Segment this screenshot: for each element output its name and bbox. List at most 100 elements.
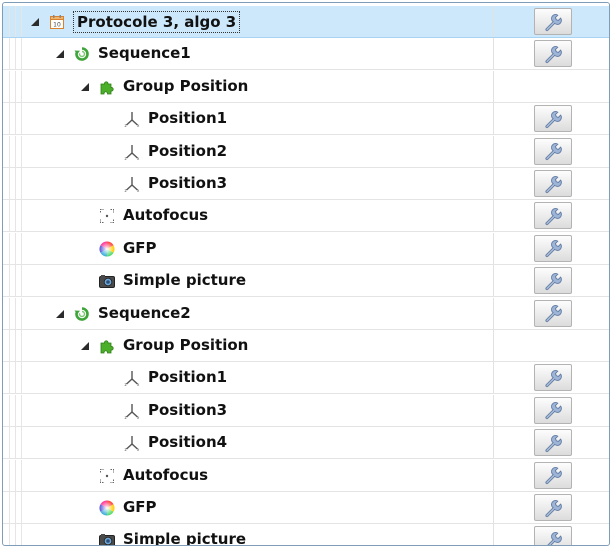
svg-text:z: z: [125, 447, 127, 451]
xyz-axis-icon: zx: [124, 176, 140, 193]
expand-collapse-icon[interactable]: [56, 50, 64, 59]
tree-guide-line: [15, 297, 16, 329]
tree-guide-line: [15, 427, 16, 459]
tree-row[interactable]: z x Position4: [3, 427, 609, 460]
tree-guide-line: [15, 168, 16, 199]
tree-guide-line: [15, 200, 16, 232]
tree-guide-line: [9, 362, 10, 394]
configure-button[interactable]: [534, 429, 572, 457]
tree-row[interactable]: z x Position1: [3, 362, 609, 395]
tree-row[interactable]: z x Position1: [3, 103, 609, 136]
configure-button[interactable]: [534, 364, 572, 392]
tree-row[interactable]: Group Position: [3, 70, 609, 103]
tree-item-label: Sequence2: [98, 303, 191, 322]
tree-guide-line: [9, 492, 10, 523]
configure-button[interactable]: [534, 202, 572, 230]
autofocus-icon: [99, 468, 115, 484]
tree-item-label: Autofocus: [123, 206, 209, 225]
tree-row[interactable]: Sequence1: [3, 38, 609, 71]
tree-row[interactable]: Autofocus: [3, 200, 609, 233]
tree-item-label: Sequence1: [98, 44, 191, 63]
tree-guide-line: [9, 70, 10, 102]
xyz-axis-icon: zx: [124, 403, 140, 420]
tree-guide-line: [15, 70, 16, 102]
configure-button[interactable]: [534, 396, 572, 424]
tree-row[interactable]: 10 Protocole 3, algo 3: [3, 6, 609, 38]
configure-button[interactable]: [534, 234, 572, 262]
tree-guide-line: [15, 524, 16, 545]
tree-guide-line: [9, 330, 10, 361]
wrench-icon: [545, 272, 562, 290]
wrench-icon: [545, 45, 562, 63]
tree-guide-line: [9, 524, 10, 545]
tree-item-label: Position1: [148, 109, 228, 128]
tree-guide-line: [15, 330, 16, 361]
wrench-icon: [545, 207, 562, 225]
configure-button[interactable]: [534, 461, 572, 489]
column-divider: [493, 524, 494, 545]
configure-button[interactable]: [534, 105, 572, 133]
column-divider: [493, 297, 494, 329]
column-divider: [493, 200, 494, 232]
wrench-icon: [545, 110, 562, 128]
tree-item-label: GFP: [123, 498, 157, 516]
tree-row[interactable]: Group Position: [3, 330, 609, 362]
tree-row[interactable]: z x Position3: [3, 168, 609, 200]
tree-guide-line: [21, 232, 22, 264]
tree-item-label: Simple picture: [123, 530, 247, 546]
wrench-icon: [545, 143, 562, 161]
expand-collapse-icon[interactable]: [81, 82, 89, 91]
tree-guide-line: [15, 459, 16, 491]
svg-text:z: z: [125, 382, 127, 386]
expand-collapse-icon[interactable]: [81, 342, 89, 350]
expand-collapse-icon[interactable]: [56, 309, 64, 318]
tree-guide-line: [15, 6, 16, 37]
tree-guide-line: [21, 394, 22, 426]
tree-row[interactable]: Sequence2: [3, 297, 609, 330]
tree-guide-line: [9, 297, 10, 329]
column-divider: [493, 38, 494, 70]
tree-item-label: Group Position: [123, 336, 249, 354]
tree-guide-line: [9, 6, 10, 37]
tree-row[interactable]: GFP: [3, 492, 609, 524]
tree-guide-line: [21, 427, 22, 459]
tree-guide-line: [21, 330, 22, 361]
tree-guide-line: [21, 362, 22, 394]
configure-button[interactable]: [534, 299, 572, 327]
tree-guide-line: [15, 492, 16, 523]
tree-guide-line: [15, 103, 16, 135]
column-divider: [493, 70, 494, 102]
tree-row[interactable]: z x Position2: [3, 135, 609, 168]
column-divider: [493, 394, 494, 426]
tree-row[interactable]: Simple picture: [3, 265, 609, 298]
tree-guide-line: [21, 265, 22, 297]
configure-button[interactable]: [534, 526, 572, 545]
tree-row[interactable]: Autofocus: [3, 459, 609, 492]
tree-item-label: Simple picture: [123, 271, 247, 290]
configure-button[interactable]: [534, 170, 572, 197]
configure-button[interactable]: [534, 494, 572, 521]
tree-guide-line: [9, 459, 10, 491]
xyz-axis-icon: zx: [124, 370, 140, 387]
tree-item-label: Protocole 3, algo 3: [73, 11, 241, 33]
tree-row[interactable]: GFP: [3, 232, 609, 265]
tree-guide-line: [15, 394, 16, 426]
tree-guide-line: [9, 265, 10, 297]
configure-button[interactable]: [534, 137, 572, 165]
tree-guide-line: [21, 200, 22, 232]
tree-row[interactable]: z x Position3: [3, 394, 609, 427]
tree-guide-line: [9, 200, 10, 232]
expand-collapse-icon[interactable]: [31, 18, 39, 26]
camera-icon: [99, 532, 115, 545]
configure-button[interactable]: [534, 8, 572, 35]
tree-row[interactable]: Simple picture: [3, 524, 609, 546]
svg-text:x: x: [137, 447, 140, 451]
tree-item-label: GFP: [123, 238, 157, 257]
wrench-icon: [545, 369, 562, 387]
xyz-axis-icon: zx: [124, 144, 140, 161]
protocol-tree: 10 Protocole 3, algo 3 Sequence1 Group Posi…: [2, 2, 610, 546]
configure-button[interactable]: [534, 267, 572, 295]
tree-guide-line: [21, 135, 22, 167]
svg-text:z: z: [125, 415, 127, 419]
configure-button[interactable]: [534, 40, 572, 68]
